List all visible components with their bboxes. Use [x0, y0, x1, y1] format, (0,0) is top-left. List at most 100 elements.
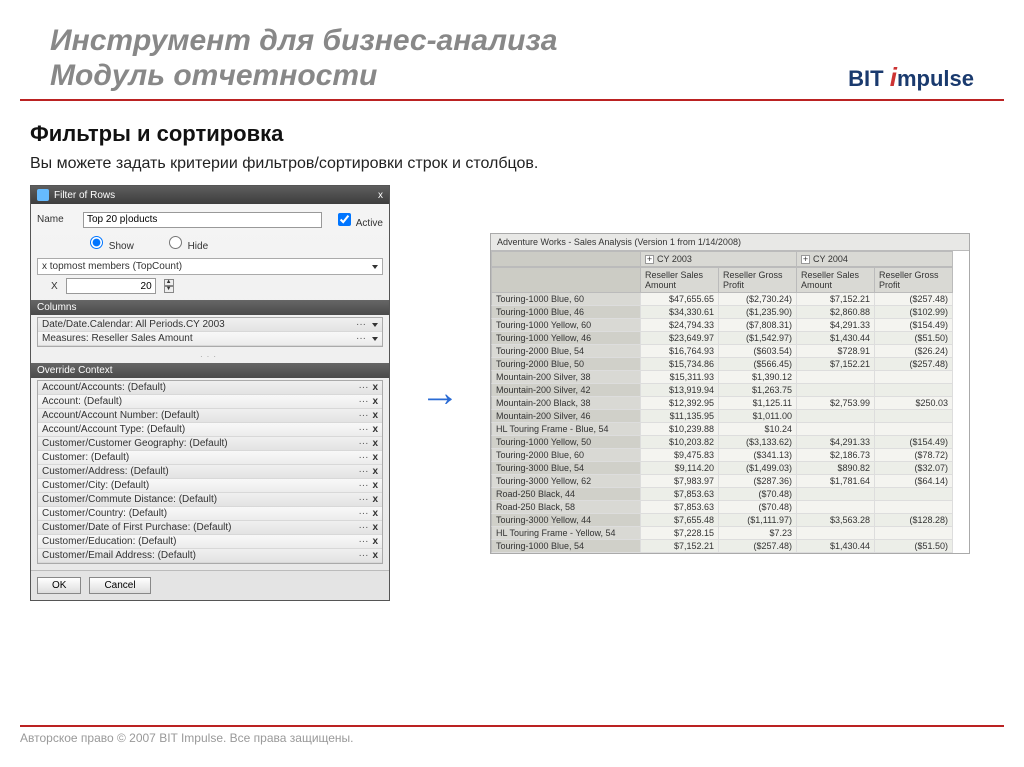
- show-radio[interactable]: Show: [85, 233, 134, 252]
- data-cell: [797, 501, 875, 514]
- x-input[interactable]: [66, 278, 156, 294]
- list-item[interactable]: Customer/Address: (Default)···x: [38, 465, 382, 479]
- data-cell: $15,734.86: [641, 358, 719, 371]
- name-input[interactable]: [83, 212, 322, 228]
- row-label: Touring-1000 Yellow, 60: [491, 319, 641, 332]
- data-cell: ($70.48): [719, 488, 797, 501]
- chevron-down-icon[interactable]: [372, 337, 378, 341]
- ellipsis-icon[interactable]: ···: [358, 466, 368, 477]
- data-cell: $2,186.73: [797, 449, 875, 462]
- table-row: Touring-2000 Blue, 60$9,475.83($341.13)$…: [491, 449, 969, 462]
- table-row: Touring-3000 Yellow, 62$7,983.97($287.36…: [491, 475, 969, 488]
- ellipsis-icon[interactable]: ···: [356, 333, 366, 344]
- ellipsis-icon[interactable]: ···: [358, 480, 368, 491]
- table-row: Touring-1000 Yellow, 50$10,203.82($3,133…: [491, 436, 969, 449]
- ellipsis-icon[interactable]: ···: [358, 396, 368, 407]
- ellipsis-icon[interactable]: ···: [358, 438, 368, 449]
- year-cell[interactable]: +CY 2003: [641, 251, 797, 267]
- remove-icon[interactable]: x: [372, 452, 378, 463]
- show-radio-input[interactable]: [90, 236, 103, 249]
- data-cell: $4,291.33: [797, 319, 875, 332]
- remove-icon[interactable]: x: [372, 466, 378, 477]
- ellipsis-icon[interactable]: ···: [358, 424, 368, 435]
- ellipsis-icon[interactable]: ···: [358, 410, 368, 421]
- expander-icon[interactable]: +: [645, 255, 654, 264]
- report-body: Touring-1000 Blue, 60$47,655.65($2,730.2…: [491, 293, 969, 553]
- row-label: Touring-1000 Blue, 54: [491, 540, 641, 553]
- active-checkbox[interactable]: Active: [334, 210, 383, 229]
- ellipsis-icon[interactable]: ···: [358, 452, 368, 463]
- data-cell: $890.82: [797, 462, 875, 475]
- remove-icon[interactable]: x: [372, 550, 378, 561]
- ellipsis-icon[interactable]: ···: [358, 494, 368, 505]
- list-item[interactable]: Customer: (Default)···x: [38, 451, 382, 465]
- close-icon[interactable]: x: [378, 190, 383, 201]
- list-item[interactable]: Customer/Education: (Default)···x: [38, 535, 382, 549]
- ellipsis-icon[interactable]: ···: [358, 550, 368, 561]
- ellipsis-icon[interactable]: ···: [358, 508, 368, 519]
- data-cell: [797, 488, 875, 501]
- remove-icon[interactable]: x: [372, 480, 378, 491]
- data-cell: $7.23: [719, 527, 797, 540]
- spinner[interactable]: ▲▼: [164, 279, 174, 293]
- data-cell: $1,430.44: [797, 540, 875, 553]
- chevron-down-icon[interactable]: [372, 323, 378, 327]
- list-item[interactable]: Customer/Date of First Purchase: (Defaul…: [38, 521, 382, 535]
- data-cell: [797, 371, 875, 384]
- override-header: Override Context: [31, 363, 389, 378]
- method-select[interactable]: x topmost members (TopCount): [37, 258, 383, 275]
- list-text: Date/Date.Calendar: All Periods.CY 2003: [42, 319, 352, 330]
- remove-icon[interactable]: x: [372, 438, 378, 449]
- slide-header: Инструмент для бизнес-анализа Модуль отч…: [20, 0, 1004, 101]
- list-item[interactable]: Account: (Default) ··· x: [38, 395, 382, 409]
- spin-up-icon[interactable]: ▲: [164, 279, 174, 286]
- bit-impulse-logo: BIT impulse: [848, 62, 974, 93]
- cancel-button[interactable]: Cancel: [89, 577, 150, 594]
- list-item[interactable]: Account/Accounts: (Default)···x: [38, 381, 382, 395]
- hide-radio-input[interactable]: [169, 236, 182, 249]
- ellipsis-icon[interactable]: ···: [358, 522, 368, 533]
- remove-icon[interactable]: x: [372, 508, 378, 519]
- remove-icon[interactable]: x: [372, 396, 378, 407]
- list-item[interactable]: Customer/City: (Default) ··· x: [38, 479, 382, 493]
- splitter-handle[interactable]: ···: [37, 353, 383, 361]
- col-header: Reseller Gross Profit: [719, 267, 797, 293]
- expander-icon[interactable]: +: [801, 255, 810, 264]
- list-item[interactable]: Customer/Commute Distance: (Default)···x: [38, 493, 382, 507]
- year-cell[interactable]: +CY 2004: [797, 251, 953, 267]
- row-label: Road-250 Black, 44: [491, 488, 641, 501]
- remove-icon[interactable]: x: [372, 424, 378, 435]
- data-cell: $1,263.75: [719, 384, 797, 397]
- remove-icon[interactable]: x: [372, 536, 378, 547]
- list-item[interactable]: Date/Date.Calendar: All Periods.CY 2003 …: [38, 318, 382, 332]
- spin-down-icon[interactable]: ▼: [164, 286, 174, 293]
- list-text: Account: (Default): [42, 396, 354, 407]
- hide-radio[interactable]: Hide: [164, 233, 208, 252]
- list-text: Customer/City: (Default): [42, 480, 354, 491]
- active-checkbox-input[interactable]: [338, 213, 351, 226]
- ok-button[interactable]: OK: [37, 577, 81, 594]
- data-cell: ($78.72): [875, 449, 953, 462]
- list-text: Customer/Date of First Purchase: (Defaul…: [42, 522, 354, 533]
- list-item[interactable]: Account/Account Number: (Default)···x: [38, 409, 382, 423]
- list-item[interactable]: Customer/Customer Geography: (Default)··…: [38, 437, 382, 451]
- ellipsis-icon[interactable]: ···: [358, 536, 368, 547]
- list-item[interactable]: Measures: Reseller Sales Amount ···: [38, 332, 382, 346]
- remove-icon[interactable]: x: [372, 494, 378, 505]
- ellipsis-icon[interactable]: ···: [356, 319, 366, 330]
- remove-icon[interactable]: x: [372, 410, 378, 421]
- list-text: Customer/Email Address: (Default): [42, 550, 354, 561]
- data-cell: $1,011.00: [719, 410, 797, 423]
- list-item[interactable]: Customer/Email Address: (Default) ··· x: [38, 549, 382, 563]
- data-cell: ($26.24): [875, 345, 953, 358]
- data-cell: $7,983.97: [641, 475, 719, 488]
- remove-icon[interactable]: x: [372, 522, 378, 533]
- dialog-titlebar[interactable]: Filter of Rows x: [31, 186, 389, 204]
- list-item[interactable]: Customer/Country: (Default)···x: [38, 507, 382, 521]
- table-row: Touring-1000 Blue, 54$7,152.21($257.48)$…: [491, 540, 969, 553]
- row-label: Touring-1000 Blue, 60: [491, 293, 641, 306]
- list-item[interactable]: Account/Account Type: (Default)···x: [38, 423, 382, 437]
- data-cell: [797, 410, 875, 423]
- remove-icon[interactable]: x: [372, 382, 378, 393]
- ellipsis-icon[interactable]: ···: [358, 382, 368, 393]
